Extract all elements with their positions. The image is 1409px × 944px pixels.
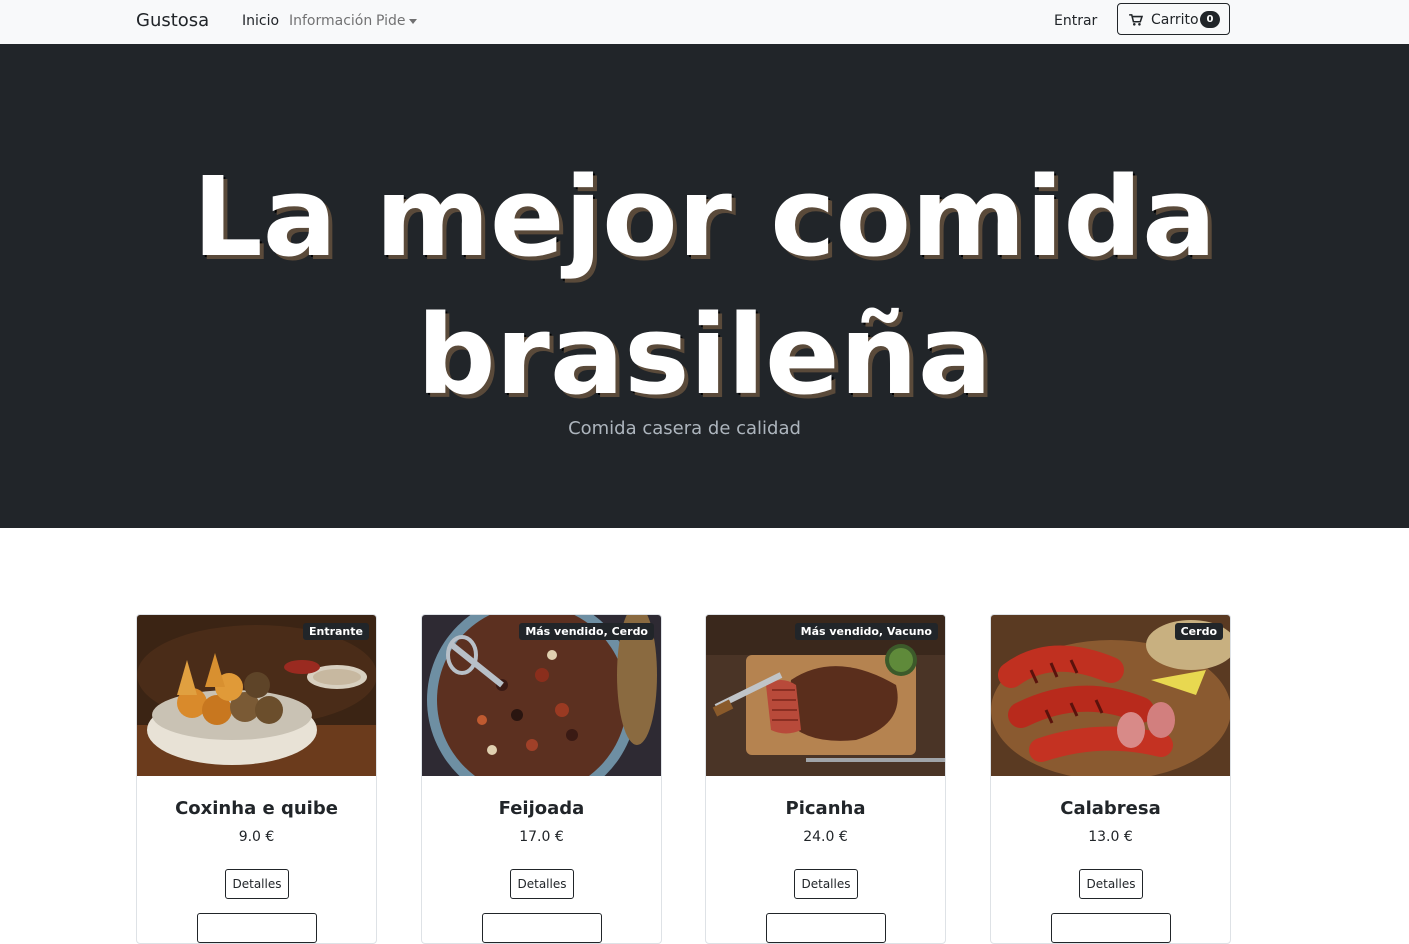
hero-title-line2: brasileña: [416, 291, 993, 419]
nav-link-informacion[interactable]: Información: [289, 13, 372, 29]
hero-title-line1: La mejor comida: [192, 153, 1217, 281]
product-price: 9.0 €: [238, 829, 275, 845]
brand-logo[interactable]: Gustosa: [136, 10, 209, 31]
add-to-cart-button[interactable]: [197, 913, 317, 943]
caret-down-icon: [408, 18, 417, 24]
hero-subtitle: Comida casera de calidad: [568, 418, 801, 439]
product-name: Coxinha e quibe: [175, 798, 338, 819]
product-badge: Más vendido, Cerdo: [519, 623, 654, 640]
add-to-cart-button[interactable]: [766, 913, 886, 943]
details-button[interactable]: Detalles: [225, 869, 289, 899]
add-to-cart-button[interactable]: [1051, 913, 1171, 943]
product-card-coxinha: Entrante Coxinha e quibe 9.0 € Detalles: [136, 614, 377, 944]
navbar: Gustosa Inicio Información Pide Entrar C…: [0, 0, 1409, 44]
product-card-picanha: Más vendido, Vacuno Picanha 24.0 € Detal…: [705, 614, 946, 944]
product-badge: Cerdo: [1174, 623, 1223, 640]
product-name: Picanha: [785, 798, 866, 819]
cart-button[interactable]: Carrito 0: [1117, 3, 1230, 35]
product-price: 17.0 €: [519, 829, 564, 845]
product-card-calabresa: Cerdo Calabresa 13.0 € Detalles: [990, 614, 1231, 944]
nav-dropdown-pide[interactable]: Pide: [376, 13, 417, 29]
login-link[interactable]: Entrar: [1054, 13, 1097, 29]
details-button[interactable]: Detalles: [1079, 869, 1143, 899]
nav-link-inicio[interactable]: Inicio: [242, 13, 279, 29]
product-price: 24.0 €: [803, 829, 848, 845]
product-badge: Más vendido, Vacuno: [794, 623, 938, 640]
details-button[interactable]: Detalles: [510, 869, 574, 899]
product-price: 13.0 €: [1088, 829, 1133, 845]
cart-icon: [1129, 14, 1143, 26]
product-name: Feijoada: [498, 798, 585, 819]
nav-dropdown-label: Pide: [376, 13, 406, 29]
hero-banner: La mejor comida brasileña Comida casera …: [0, 44, 1409, 528]
add-to-cart-button[interactable]: [482, 913, 602, 943]
product-card-feijoada: Más vendido, Cerdo Feijoada 17.0 € Detal…: [421, 614, 662, 944]
hero-title: La mejor comida brasileña: [0, 148, 1389, 424]
details-button[interactable]: Detalles: [794, 869, 858, 899]
product-name: Calabresa: [1060, 798, 1161, 819]
cart-count-badge: 0: [1200, 11, 1220, 28]
cart-label: Carrito: [1151, 12, 1199, 28]
product-badge: Entrante: [302, 623, 369, 640]
